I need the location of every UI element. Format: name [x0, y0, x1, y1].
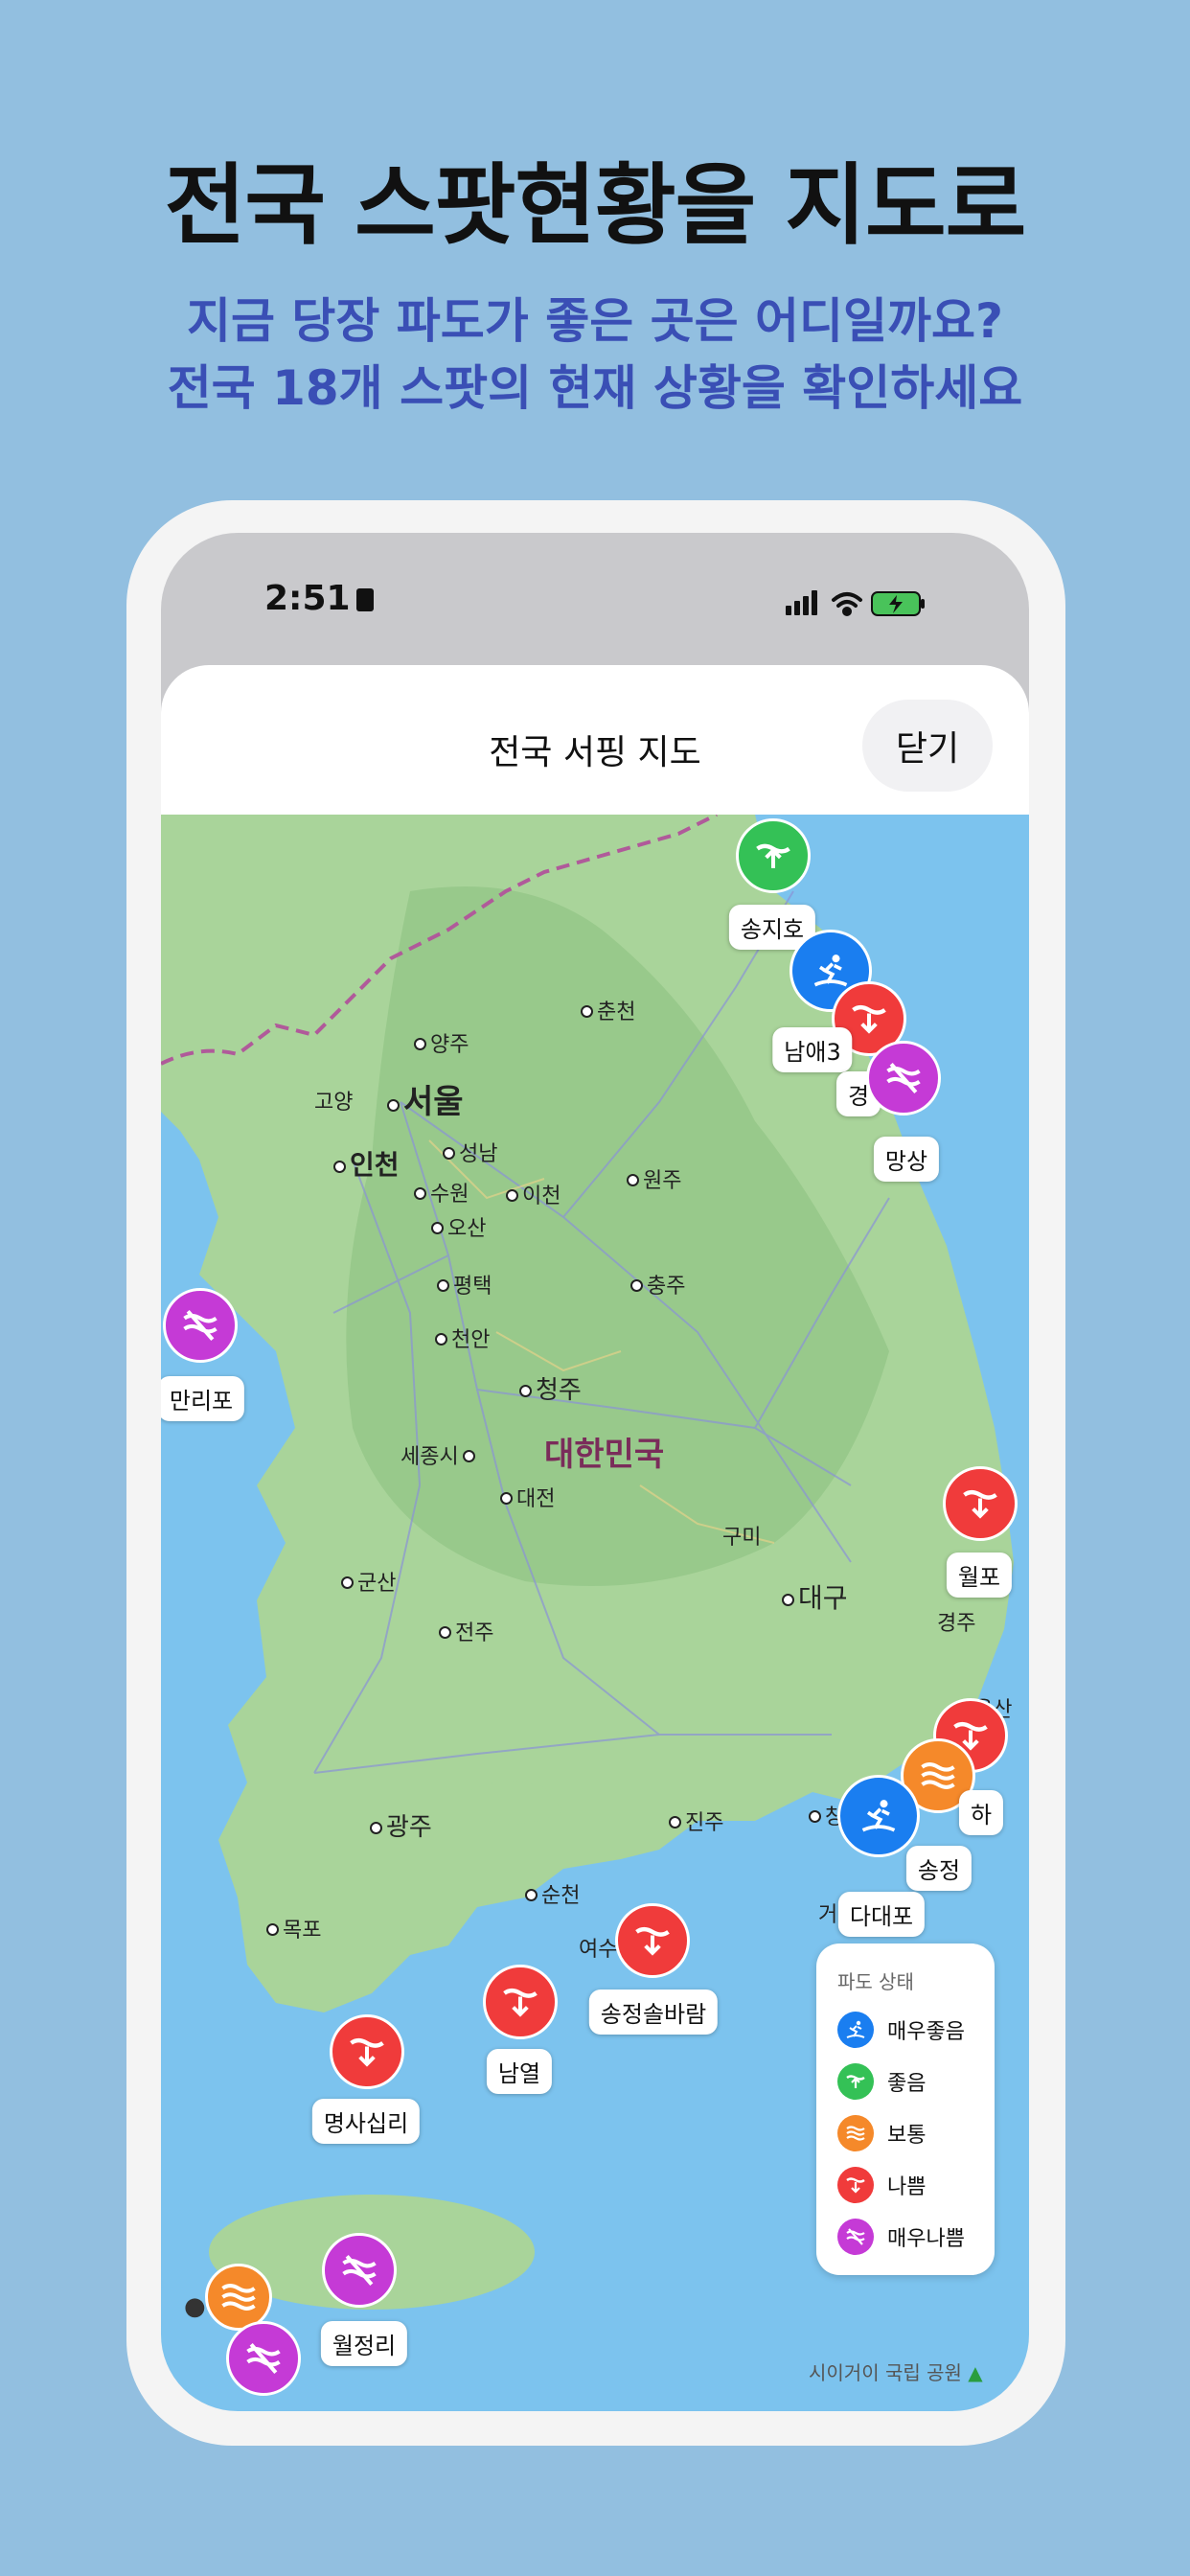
legend-item-bad: 나쁨: [837, 2164, 926, 2206]
spot-label-namyeol[interactable]: 남열: [486, 2049, 553, 2094]
surf-map-sheet: 전국 서핑 지도 닫기 양주 춘천 고양 서울 성남 인천 수원 이천 원주 오…: [161, 665, 1029, 2411]
legend-item-good: 좋음: [837, 2060, 926, 2103]
status-bar: 2:51: [161, 533, 1029, 667]
medium-wave-icon: [221, 2284, 256, 2311]
spot-label-namae[interactable]: 남애3: [772, 1027, 853, 1072]
surfer-icon: [837, 2012, 874, 2048]
calm-wave-icon: [837, 2063, 874, 2100]
city-seongnam: 성남: [443, 1137, 497, 1167]
medium-wave-icon: [921, 1762, 955, 1789]
legend-item-very-bad: 매우나쁨: [837, 2216, 965, 2258]
city-yeosu: 여수: [579, 1938, 618, 1962]
spot-marker-songjiho[interactable]: [736, 818, 811, 893]
city-cheongju: 청주: [519, 1370, 582, 1406]
spot-label-mallipo[interactable]: 만리포: [161, 1376, 245, 1421]
city-jinju: 진주: [669, 1806, 723, 1836]
page-headline: 전국 스팟현황을 지도로: [164, 154, 1026, 257]
surfer-icon: [813, 954, 848, 987]
bad-wave-icon: [635, 1926, 670, 1956]
very-bad-wave-icon: [837, 2219, 874, 2255]
bad-wave-icon: [350, 2037, 384, 2067]
page-subheadline: 지금 당장 파도가 좋은 곳은 어디일까요? 전국 18개 스팟의 현재 상황을…: [0, 288, 1190, 422]
city-seoul: 서울: [387, 1075, 464, 1122]
spot-label-wolpo[interactable]: 월포: [946, 1552, 1013, 1598]
city-icheon: 이천: [506, 1179, 561, 1209]
spot-label-dadaepo[interactable]: 다대포: [837, 1892, 926, 1937]
city-daegu: 대구: [782, 1577, 848, 1616]
spot-marker-namyeol[interactable]: [483, 1965, 558, 2039]
city-gwangju: 광주: [370, 1807, 432, 1843]
wave-status-legend: 파도 상태 매우좋음 좋음 보통 나쁨 매우나쁨: [816, 1944, 995, 2275]
spot-label-ha[interactable]: 하: [958, 1790, 1004, 1835]
city-incheon: 인천: [333, 1144, 400, 1183]
spot-marker-songjeong-solbaram[interactable]: [615, 1903, 690, 1978]
city-daejeon: 대전: [500, 1482, 555, 1512]
city-goyang: 고양: [314, 1091, 354, 1115]
legend-item-normal: 보통: [837, 2112, 926, 2154]
surfer-icon: [861, 1800, 896, 1832]
bad-wave-icon: [503, 1988, 538, 2017]
battery-charging-icon: [871, 591, 925, 616]
country-label: 대한민국: [544, 1436, 665, 1474]
medium-wave-icon: [837, 2115, 874, 2151]
spot-marker-mallipo[interactable]: [163, 1288, 238, 1363]
map-attribution[interactable]: 시이거이 국립 공원 ▲: [809, 2358, 983, 2385]
city-gumi: 구미: [722, 1526, 762, 1550]
spot-label-songjeong-solbaram[interactable]: 송정솔바람: [588, 1990, 719, 2035]
very-bad-wave-icon: [246, 2343, 281, 2374]
spot-marker-dadaepo[interactable]: [837, 1775, 920, 1857]
city-wonju: 원주: [627, 1163, 681, 1194]
tree-icon: ▲: [968, 2361, 983, 2384]
city-chungju: 충주: [630, 1269, 685, 1300]
spot-marker-woljeongri[interactable]: [322, 2233, 397, 2308]
cellular-signal-icon: [786, 590, 817, 615]
spot-label-mangsang[interactable]: 망상: [873, 1137, 940, 1182]
city-gyeongju: 경주: [937, 1612, 976, 1636]
apple-logo-icon: ●: [184, 2292, 206, 2321]
spot-marker-myeongsasimni[interactable]: [330, 2014, 404, 2089]
legend-item-very-good: 매우좋음: [837, 2009, 965, 2051]
city-suncheon: 순천: [525, 1878, 580, 1909]
city-sejong: 세종시: [400, 1439, 479, 1470]
spot-marker-mangsang[interactable]: [866, 1041, 941, 1116]
phone-screen: 2:51 전국 서핑 지도 닫기 양주 춘천 고양 서울 성남 인천 수원 이천…: [161, 533, 1029, 2411]
city-gunsan: 군산: [341, 1566, 396, 1597]
city-mokpo: 목포: [266, 1913, 321, 1944]
spot-marker-wolpo[interactable]: [943, 1466, 1018, 1541]
book-icon: [355, 588, 374, 611]
city-yangju: 양주: [414, 1027, 469, 1058]
spot-label-woljeongri[interactable]: 월정리: [320, 2321, 408, 2366]
very-bad-wave-icon: [183, 1310, 217, 1341]
status-time: 2:51: [264, 579, 374, 618]
subline-1: 지금 당장 파도가 좋은 곳은 어디일까요?: [186, 293, 1004, 349]
spot-label-myeongsasimni[interactable]: 명사십리: [311, 2099, 421, 2144]
bad-wave-icon: [963, 1489, 997, 1519]
city-suwon: 수원: [414, 1177, 469, 1208]
wifi-icon: [832, 592, 862, 616]
korea-map[interactable]: 양주 춘천 고양 서울 성남 인천 수원 이천 원주 오산 평택 충주 천안 청…: [161, 815, 1029, 2411]
city-pyeongtaek: 평택: [437, 1269, 492, 1300]
city-jeonju: 전주: [439, 1616, 493, 1646]
legend-title: 파도 상태: [837, 1970, 914, 1993]
city-cheonan: 천안: [435, 1322, 490, 1353]
calm-wave-icon: [756, 843, 790, 868]
very-bad-wave-icon: [886, 1063, 921, 1093]
close-button[interactable]: 닫기: [862, 700, 993, 792]
city-osan: 오산: [431, 1211, 486, 1242]
bad-wave-icon: [837, 2167, 874, 2203]
bad-wave-icon: [852, 1004, 886, 1034]
very-bad-wave-icon: [342, 2255, 377, 2286]
city-chuncheon: 춘천: [581, 995, 635, 1025]
spot-label-songjeong[interactable]: 송정: [905, 1846, 973, 1891]
status-icons: [786, 590, 925, 616]
spot-marker-jeju-south[interactable]: [226, 2321, 301, 2396]
subline-2: 전국 18개 스팟의 현재 상황을 확인하세요: [167, 360, 1023, 416]
